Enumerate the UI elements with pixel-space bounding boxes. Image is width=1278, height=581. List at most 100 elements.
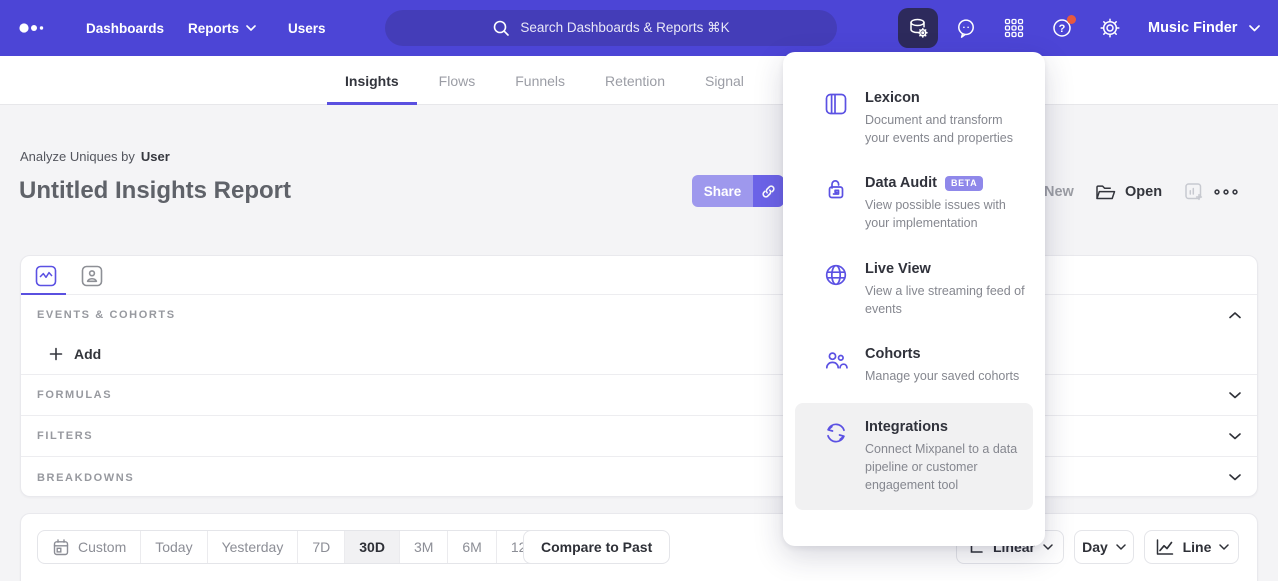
cohorts-people-icon — [823, 347, 849, 373]
search-icon — [492, 19, 510, 37]
segment-6m[interactable]: 6M — [448, 531, 496, 563]
menu-item-description: View a live streaming feed of events — [865, 282, 1029, 318]
feedback-button[interactable] — [946, 8, 986, 48]
chevron-down-icon — [1219, 544, 1229, 550]
project-selector[interactable]: Music Finder — [1148, 0, 1260, 56]
events-cohorts-header: EVENTS & COHORTS — [37, 309, 176, 321]
menu-item-cohorts[interactable]: Cohorts Manage your saved cohorts — [783, 332, 1045, 399]
nav-item-dashboards[interactable]: Dashboards — [86, 0, 164, 56]
apps-grid-icon — [1003, 17, 1025, 39]
live-view-globe-icon — [823, 262, 849, 288]
menu-item-title: Lexicon — [865, 90, 920, 106]
tab-profiles-view[interactable] — [79, 263, 105, 289]
apps-grid-button[interactable] — [994, 8, 1034, 48]
chat-bubble-icon — [955, 17, 977, 39]
tab-events-view[interactable] — [33, 263, 59, 289]
segment-7d[interactable]: 7D — [298, 531, 345, 563]
formulas-header: FORMULAS — [37, 389, 112, 401]
add-to-dashboard-button[interactable] — [1183, 176, 1205, 207]
segment-30d[interactable]: 30D — [345, 531, 400, 563]
nav-item-reports[interactable]: Reports — [188, 0, 256, 56]
more-options-button[interactable] — [1213, 176, 1239, 207]
filters-header: FILTERS — [37, 430, 93, 442]
breakdowns-header: BREAKDOWNS — [37, 472, 134, 484]
menu-item-title: Cohorts — [865, 346, 921, 362]
section-breakdowns[interactable]: BREAKDOWNS — [21, 456, 1257, 498]
mixpanel-logo-icon[interactable] — [18, 21, 50, 35]
link-icon — [760, 183, 777, 200]
page-title[interactable]: Untitled Insights Report — [19, 177, 291, 205]
beta-badge: BETA — [945, 176, 983, 191]
nav-item-label: Reports — [188, 21, 239, 36]
tab-flows[interactable]: Flows — [421, 56, 494, 105]
copy-link-button[interactable] — [753, 175, 784, 207]
chart-type-dropdown[interactable]: Line — [1144, 530, 1239, 564]
notification-dot — [1067, 15, 1076, 24]
tab-signal[interactable]: Signal — [687, 56, 762, 105]
section-formulas[interactable]: FORMULAS — [21, 374, 1257, 415]
segment-yesterday[interactable]: Yesterday — [208, 531, 299, 563]
chevron-down-icon — [1249, 25, 1260, 32]
menu-item-description: Document and transform your events and p… — [865, 111, 1029, 147]
search-input[interactable]: Search Dashboards & Reports ⌘K — [385, 10, 837, 46]
segment-label: 6M — [462, 539, 481, 555]
chevron-down-icon — [246, 25, 256, 31]
tab-funnels[interactable]: Funnels — [497, 56, 583, 105]
segment-label: Today — [155, 539, 192, 555]
analyze-value[interactable]: User — [141, 149, 170, 164]
nav-item-users[interactable]: Users — [288, 0, 326, 56]
integrations-sync-icon — [823, 420, 849, 446]
builder-view-tabs — [21, 256, 1257, 295]
settings-button[interactable] — [1090, 8, 1130, 48]
section-filters[interactable]: FILTERS — [21, 415, 1257, 456]
share-button[interactable]: Share — [692, 175, 753, 207]
tab-label: Signal — [705, 73, 744, 89]
tab-retention[interactable]: Retention — [587, 56, 683, 105]
open-label: Open — [1125, 184, 1162, 200]
svg-text:?: ? — [1059, 23, 1066, 35]
menu-item-data-audit[interactable]: Data Audit BETA View possible issues wit… — [783, 161, 1045, 246]
kebab-menu-icon — [1213, 187, 1239, 197]
menu-item-title: Data Audit — [865, 175, 937, 191]
compare-to-past-button[interactable]: Compare to Past — [523, 530, 670, 564]
menu-item-title: Live View — [865, 261, 931, 277]
top-nav: Dashboards Reports Users Search Dashboar… — [0, 0, 1278, 56]
menu-item-title: Integrations — [865, 419, 948, 435]
chevron-down-icon — [1229, 433, 1241, 440]
new-report-button[interactable]: New — [1044, 176, 1074, 207]
project-name: Music Finder — [1148, 20, 1237, 36]
person-tab-icon — [81, 265, 103, 287]
app-screen: Dashboards Reports Users Search Dashboar… — [0, 0, 1278, 581]
tab-label: Flows — [439, 73, 476, 89]
chevron-up-icon — [1229, 312, 1241, 319]
share-group: Share — [692, 175, 784, 207]
tab-insights[interactable]: Insights — [327, 56, 417, 105]
nav-item-label: Dashboards — [86, 21, 164, 36]
data-management-button[interactable] — [898, 8, 938, 48]
folder-icon — [1094, 181, 1116, 203]
interval-dropdown[interactable]: Day — [1074, 530, 1134, 564]
lexicon-book-icon — [823, 91, 849, 117]
menu-item-description: View possible issues with your implement… — [865, 196, 1029, 232]
nav-item-label: Users — [288, 21, 326, 36]
segment-today[interactable]: Today — [141, 531, 207, 563]
add-event-button[interactable]: Add — [49, 340, 101, 368]
query-builder-panel: EVENTS & COHORTS Add FORMULAS FILTERS BR… — [20, 255, 1258, 497]
chevron-down-icon — [1116, 544, 1126, 550]
segment-custom[interactable]: Custom — [38, 531, 141, 563]
data-audit-lock-icon — [823, 176, 849, 202]
open-report-button[interactable]: Open — [1094, 176, 1162, 207]
segment-3m[interactable]: 3M — [400, 531, 448, 563]
segment-label: 30D — [359, 539, 385, 555]
line-chart-icon — [1154, 537, 1175, 557]
help-button[interactable]: ? — [1042, 8, 1082, 48]
compare-label: Compare to Past — [541, 539, 652, 555]
menu-item-integrations[interactable]: Integrations Connect Mixpanel to a data … — [795, 403, 1033, 510]
section-events-cohorts[interactable]: EVENTS & COHORTS — [21, 295, 1257, 335]
menu-item-lexicon[interactable]: Lexicon Document and transform your even… — [783, 76, 1045, 161]
tab-label: Funnels — [515, 73, 565, 89]
analyze-uniques-by: Analyze Uniques byUser — [20, 149, 170, 164]
menu-item-description: Manage your saved cohorts — [865, 367, 1019, 385]
menu-item-live-view[interactable]: Live View View a live streaming feed of … — [783, 247, 1045, 332]
segment-label: Yesterday — [222, 539, 284, 555]
